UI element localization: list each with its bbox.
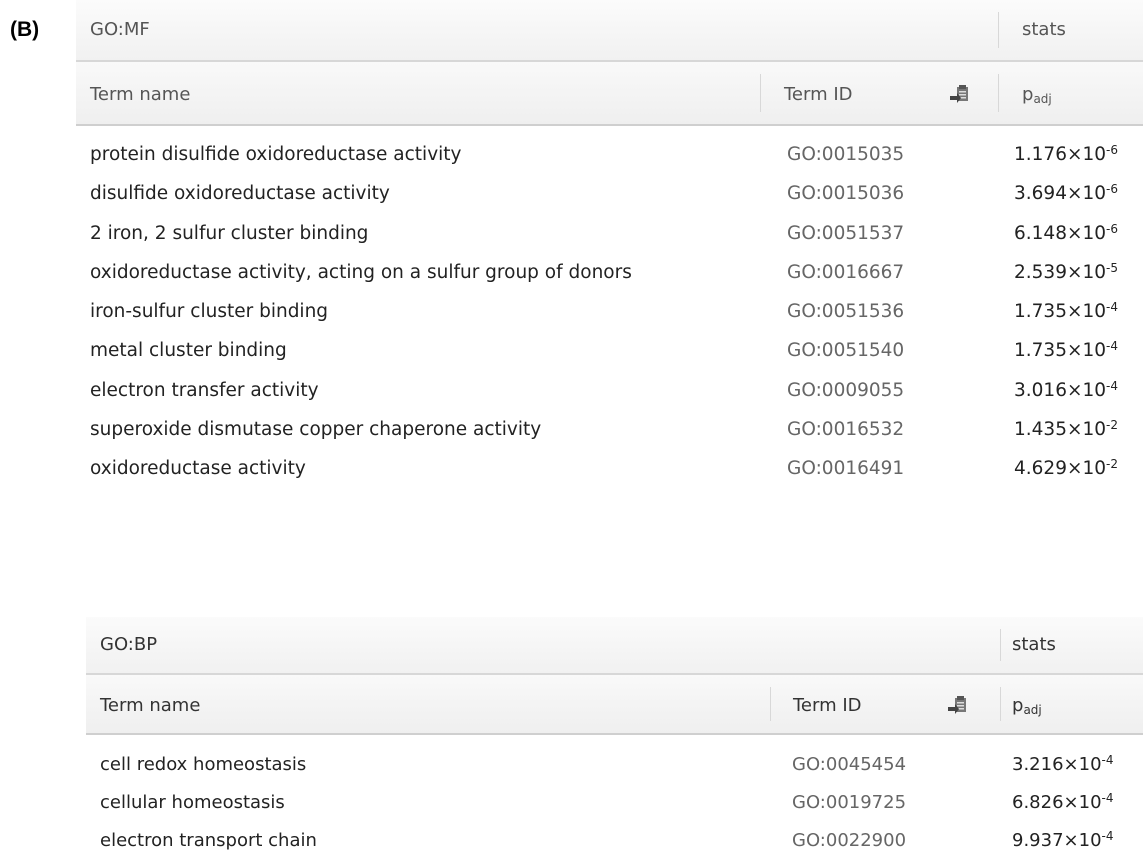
column-divider	[1000, 629, 1001, 661]
term-name-cell: iron-sulfur cluster binding	[90, 301, 329, 323]
term-name-cell: oxidoreductase activity	[90, 458, 306, 480]
column-header-term-id[interactable]: Term ID	[793, 695, 862, 716]
term-id-cell[interactable]: GO:0016491	[787, 458, 904, 479]
term-id-cell[interactable]: GO:0022900	[792, 830, 906, 851]
section-title: GO:BP	[100, 634, 158, 655]
column-header-term-id[interactable]: Term ID	[784, 84, 853, 105]
column-divider	[1000, 687, 1001, 721]
term-name-cell: metal cluster binding	[90, 340, 287, 362]
table-row[interactable]: metal cluster binding GO:0051540 1.735×10-…	[76, 332, 1143, 371]
term-id-cell[interactable]: GO:0015036	[787, 183, 904, 204]
column-divider	[998, 74, 999, 112]
table-row[interactable]: 2 iron, 2 sulfur cluster binding GO:00515…	[76, 215, 1143, 254]
column-divider	[998, 12, 999, 48]
term-name-cell: oxidoreductase activity, acting on a sul…	[90, 261, 632, 283]
term-id-cell[interactable]: GO:0051537	[787, 223, 904, 244]
go-bp-table: GO:BP stats Term name Term ID padj cell …	[86, 617, 1143, 861]
section-header: GO:MF stats	[76, 0, 1143, 62]
term-id-cell[interactable]: GO:0019725	[792, 792, 906, 813]
padj-cell: 6.148×10-6	[1014, 221, 1118, 244]
padj-cell: 3.694×10-6	[1014, 182, 1118, 205]
table-body: cell redox homeostasis GO:0045454 3.216×10…	[86, 735, 1143, 861]
column-divider	[770, 687, 771, 721]
term-id-cell[interactable]: GO:0009055	[787, 380, 904, 401]
term-id-cell[interactable]: GO:0015035	[787, 144, 904, 165]
table-row[interactable]: disulfide oxidoreductase activity GO:0015…	[76, 175, 1143, 214]
term-id-cell[interactable]: GO:0045454	[792, 754, 906, 775]
column-header-term-name[interactable]: Term name	[90, 84, 190, 105]
column-header-row: Term name Term ID padj	[76, 62, 1143, 126]
section-title: GO:MF	[90, 19, 150, 40]
column-divider	[760, 74, 761, 112]
table-row[interactable]: superoxide dismutase copper chaperone ac…	[76, 411, 1143, 450]
term-name-cell: disulfide oxidoreductase activity	[90, 183, 390, 205]
table-row[interactable]: electron transfer activity GO:0009055 3.01…	[76, 372, 1143, 411]
stats-label: stats	[1022, 19, 1066, 40]
stats-label: stats	[1012, 634, 1056, 655]
table-row[interactable]: cellular homeostasis GO:0019725 6.826×10-4	[86, 785, 1143, 823]
export-icon[interactable]	[946, 693, 970, 717]
term-id-cell[interactable]: GO:0051540	[787, 340, 904, 361]
column-header-padj[interactable]: padj	[1022, 84, 1052, 106]
padj-cell: 9.937×10-4	[1012, 829, 1114, 851]
padj-cell: 1.176×10-6	[1014, 143, 1118, 165]
table-row[interactable]: oxidoreductase activity GO:0016491 4.629×1…	[76, 450, 1143, 489]
term-name-cell: cellular homeostasis	[100, 792, 285, 813]
padj-cell: 1.735×10-4	[1014, 300, 1118, 323]
go-mf-table: GO:MF stats Term name Term ID padj prote…	[76, 0, 1143, 490]
padj-cell: 2.539×10-5	[1014, 260, 1118, 283]
term-name-cell: 2 iron, 2 sulfur cluster binding	[90, 222, 369, 244]
padj-cell: 1.435×10-2	[1014, 418, 1118, 441]
term-id-cell[interactable]: GO:0016532	[787, 419, 904, 440]
term-name-cell: cell redox homeostasis	[100, 754, 307, 775]
table-row[interactable]: protein disulfide oxidoreductase activit…	[76, 136, 1143, 175]
term-id-cell[interactable]: GO:0051536	[787, 301, 904, 322]
column-header-term-name[interactable]: Term name	[100, 695, 200, 716]
section-header: GO:BP stats	[86, 617, 1143, 675]
padj-cell: 1.735×10-4	[1014, 339, 1118, 362]
padj-cell: 3.016×10-4	[1014, 378, 1118, 401]
term-name-cell: electron transfer activity	[90, 379, 319, 401]
table-row[interactable]: cell redox homeostasis GO:0045454 3.216×10…	[86, 747, 1143, 785]
term-name-cell: superoxide dismutase copper chaperone ac…	[90, 419, 542, 441]
table-body: protein disulfide oxidoreductase activit…	[76, 126, 1143, 490]
padj-cell: 4.629×10-2	[1014, 457, 1118, 480]
table-row[interactable]: electron transport chain GO:0022900 9.937×…	[86, 823, 1143, 861]
panel-label: (B)	[10, 18, 40, 41]
column-header-row: Term name Term ID padj	[86, 675, 1143, 735]
table-row[interactable]: iron-sulfur cluster binding GO:0051536 1.7…	[76, 293, 1143, 332]
term-id-cell[interactable]: GO:0016667	[787, 262, 904, 283]
padj-cell: 3.216×10-4	[1012, 753, 1114, 775]
export-icon[interactable]	[948, 82, 972, 106]
term-name-cell: electron transport chain	[100, 830, 317, 851]
term-name-cell: protein disulfide oxidoreductase activit…	[90, 144, 462, 165]
padj-cell: 6.826×10-4	[1012, 791, 1114, 813]
table-row[interactable]: oxidoreductase activity, acting on a sul…	[76, 254, 1143, 293]
column-header-padj[interactable]: padj	[1012, 695, 1042, 717]
